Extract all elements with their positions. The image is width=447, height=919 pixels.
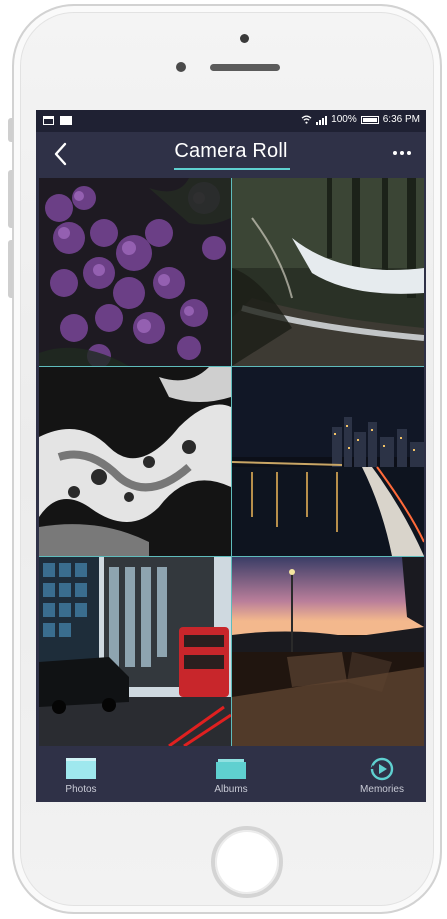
front-camera xyxy=(176,62,186,72)
app-screen: 100% 6:36 PM Camera Roll Photos Albums M… xyxy=(36,110,426,802)
battery-icon xyxy=(360,115,379,124)
signal-icon xyxy=(316,115,328,125)
clock: 6:36 PM xyxy=(382,114,420,125)
volume-up-button[interactable] xyxy=(8,170,13,228)
mail-icon xyxy=(59,116,72,125)
proximity-sensor xyxy=(240,34,249,43)
status-bar: 100% 6:36 PM xyxy=(36,110,426,132)
photo-thumbnail-city-night[interactable] xyxy=(232,367,424,556)
home-button[interactable] xyxy=(211,826,283,898)
photo-thumbnail-waves[interactable] xyxy=(39,367,231,556)
calendar-icon xyxy=(43,116,54,125)
tab-memories-label: Memories xyxy=(360,784,404,795)
tab-albums-label: Albums xyxy=(214,784,248,795)
volume-down-button[interactable] xyxy=(8,240,13,298)
memories-icon xyxy=(370,757,394,781)
photo-thumbnail-hydrangea[interactable] xyxy=(39,178,231,366)
photos-icon xyxy=(66,758,96,779)
photo-grid xyxy=(39,178,424,746)
tab-photos[interactable]: Photos xyxy=(36,748,136,802)
page-title: Camera Roll xyxy=(174,140,288,162)
tab-bar: Photos Albums Memories xyxy=(36,748,426,802)
more-dots-icon[interactable] xyxy=(390,146,414,160)
photo-thumbnail-london-street[interactable] xyxy=(39,557,231,746)
title-underline xyxy=(174,168,290,170)
albums-icon xyxy=(216,759,246,779)
battery-percent: 100% xyxy=(331,114,357,125)
tab-memories[interactable]: Memories xyxy=(327,748,426,802)
tab-albums[interactable]: Albums xyxy=(176,748,286,802)
tab-photos-label: Photos xyxy=(65,784,97,795)
mute-switch[interactable] xyxy=(8,118,13,142)
photo-thumbnail-forest-path[interactable] xyxy=(232,178,424,366)
photo-thumbnail-benches-sunset[interactable] xyxy=(232,557,424,746)
wifi-icon xyxy=(301,115,312,124)
earpiece-speaker xyxy=(210,64,280,71)
navigation-bar: Camera Roll xyxy=(36,132,426,178)
